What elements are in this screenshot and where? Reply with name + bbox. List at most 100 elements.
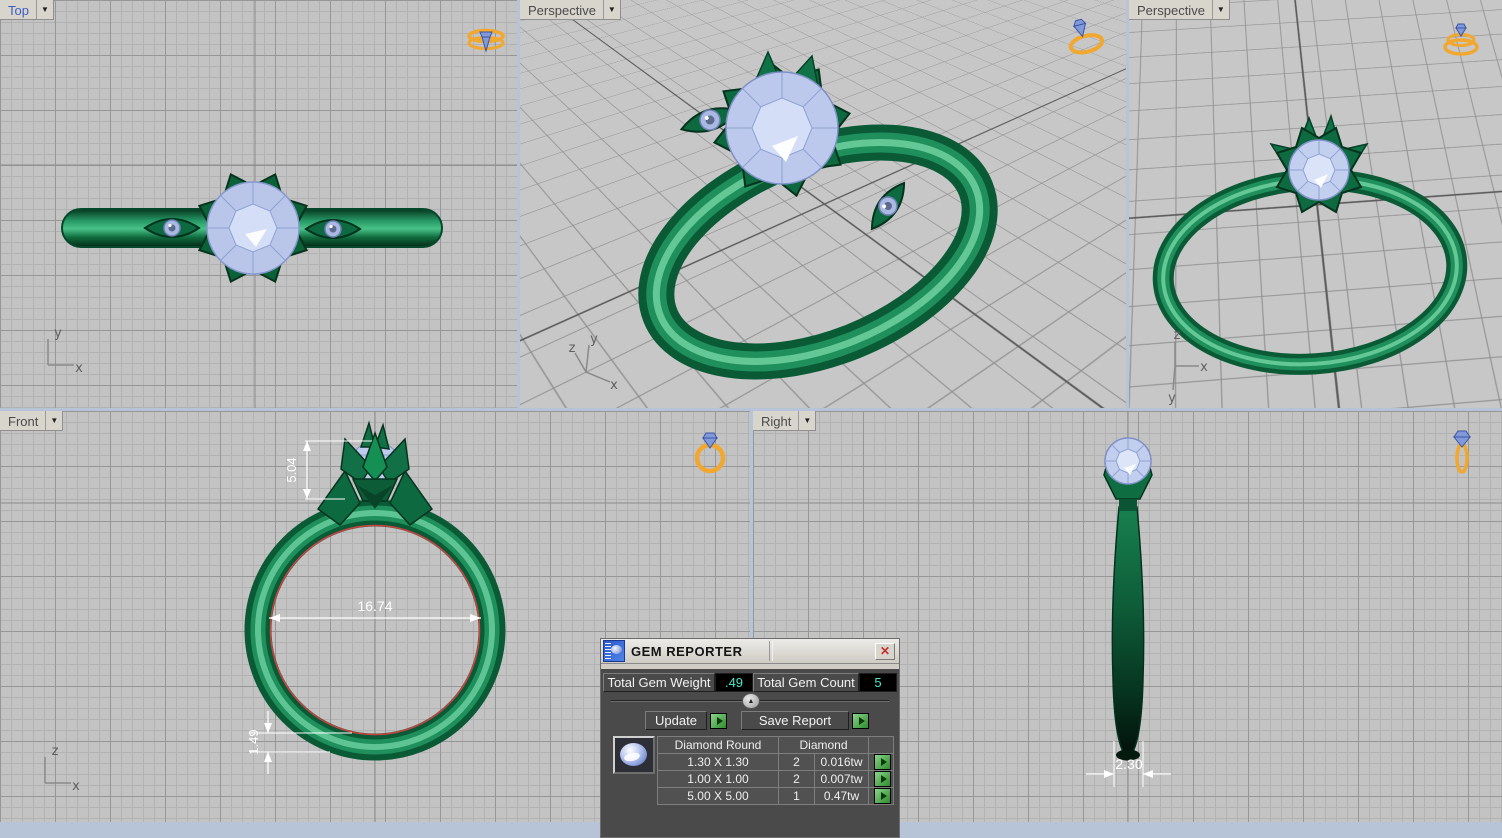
svg-text:y: y [590,332,598,347]
cad-workspace: y x Top ▼ y z x Perspective ▼ z x y Pers… [0,0,1502,838]
svg-text:z: z [1174,328,1181,343]
gem-size-cell[interactable]: 1.30 X 1.30 [657,753,779,771]
gem-size-cell[interactable]: 1.00 X 1.00 [657,770,779,788]
gem-table: Diamond Round Diamond 1.30 X 1.30 2 0.01… [657,736,894,805]
viewport-menu-button[interactable]: ▼ [45,411,62,430]
total-gem-count-label: Total Gem Count [753,673,859,692]
viewport-tab-front[interactable]: Front ▼ [0,411,64,431]
type-header-cell: Diamond [778,736,869,754]
dimension-inner-diameter: 16.74 [269,598,481,622]
gem-thumbnail[interactable] [613,736,655,774]
save-report-button[interactable]: Save Report [741,711,849,730]
gem-weight-cell[interactable]: 0.007tw [814,770,869,788]
perspective-render: y z x [569,50,998,393]
gem-weight-cell[interactable]: 0.016tw [814,753,869,771]
ring-orientation-icon [1452,430,1472,474]
chevron-down-icon: ▼ [50,415,59,425]
chevron-down-icon: ▼ [607,4,616,14]
run-arrow-icon [716,716,723,725]
viewport-tab-perspective[interactable]: Perspective ▼ [520,0,621,20]
gem-table-section: Diamond Round Diamond 1.30 X 1.30 2 0.01… [613,736,897,805]
save-report-run-button[interactable] [852,712,869,729]
viewport-menu-button[interactable]: ▼ [602,0,620,19]
gem-table-header: Diamond Round Diamond [657,736,894,754]
gem-weight-cell[interactable]: 0.47tw [814,787,869,805]
viewport-top[interactable]: y x Top ▼ [0,0,517,408]
center-stone-head [1269,113,1369,214]
svg-text:1.49: 1.49 [246,729,261,754]
total-gem-weight-label: Total Gem Weight [603,673,715,692]
viewport-perspective-2[interactable]: z x y Perspective ▼ [1129,0,1502,408]
svg-text:z: z [569,341,576,356]
gem-reporter-dialog: GEM REPORTER ✕ Total Gem Weight .49 Tota… [600,638,900,838]
viewport-menu-button[interactable]: ▼ [35,0,53,19]
shape-header-cell: Diamond Round [657,736,779,754]
viewport-menu-button[interactable]: ▼ [798,411,815,430]
viewport-perspective[interactable]: y z x Perspective ▼ [520,0,1126,408]
row-run-button[interactable] [874,788,891,804]
row-run-button[interactable] [874,754,891,770]
svg-text:16.74: 16.74 [357,598,392,614]
collapse-button[interactable]: ▲ [742,693,760,709]
svg-text:x: x [75,361,83,376]
chevron-down-icon: ▼ [1216,4,1225,14]
gem-image [620,743,647,766]
svg-text:5.04: 5.04 [284,457,299,482]
viewport-tab-top[interactable]: Top ▼ [0,0,54,20]
viewport-title: Right [761,413,792,429]
collapse-row: ▲ [611,693,889,709]
ring-orientation-icon [1443,23,1479,56]
head-side [1103,437,1153,511]
run-arrow-icon [880,775,887,783]
table-row: 5.00 X 5.00 1 0.47tw [657,787,894,805]
gem-count-cell[interactable]: 2 [778,770,815,788]
axis-indicator: z x [44,744,80,794]
viewport-tab-right[interactable]: Right ▼ [753,411,817,431]
run-arrow-icon [880,758,887,766]
run-arrow-icon [880,792,887,800]
ring-orientation-icon [694,432,726,474]
side-leaf-right [870,181,906,231]
axis-indicator: y z x [569,332,619,393]
viewport-menu-button[interactable]: ▼ [1211,0,1229,19]
row-run-button[interactable] [874,771,891,787]
center-stone-top [197,172,309,284]
update-run-button[interactable] [710,712,727,729]
svg-text:x: x [1200,360,1208,375]
viewport-title: Top [8,2,29,18]
svg-text:x: x [610,378,618,393]
svg-text:y: y [1168,391,1176,406]
gem-reporter-body: Total Gem Weight .49 Total Gem Count 5 ▲… [601,664,899,805]
gem-count-cell[interactable]: 1 [778,787,815,805]
viewport-title: Perspective [1137,2,1205,18]
run-arrow-icon [858,716,865,725]
total-gem-weight-value: .49 [715,673,753,692]
svg-text:y: y [54,326,62,341]
gem-reporter-icon [603,640,625,662]
chevron-down-icon: ▼ [40,4,49,14]
svg-text:x: x [72,779,80,794]
viewport-tab-perspective-2[interactable]: Perspective ▼ [1129,0,1230,20]
dialog-title: GEM REPORTER [631,643,743,659]
close-icon: ✕ [879,644,891,658]
table-row: 1.30 X 1.30 2 0.016tw [657,753,894,771]
viewport-title: Perspective [528,2,596,18]
gem-reporter-titlebar[interactable]: GEM REPORTER ✕ [601,639,899,664]
table-row: 1.00 X 1.00 2 0.007tw [657,770,894,788]
top-view-render: y x [0,0,517,408]
titlebar-divider [769,641,773,661]
ring-orientation-icon [467,28,505,53]
chevron-down-icon: ▼ [803,415,812,425]
close-button[interactable]: ✕ [875,643,895,660]
gem-size-cell[interactable]: 5.00 X 5.00 [657,787,779,805]
viewport-title: Front [8,413,39,429]
gem-count-cell[interactable]: 2 [778,753,815,771]
collapse-arrow-icon: ▲ [747,697,755,705]
svg-text:2.30: 2.30 [1115,756,1142,772]
update-button[interactable]: Update [645,711,707,730]
total-gem-count-value: 5 [859,673,897,692]
svg-text:z: z [52,744,59,759]
ring-orientation-icon [1068,18,1105,55]
totals-row: Total Gem Weight .49 Total Gem Count 5 [603,673,897,692]
axis-indicator: y x [47,326,83,376]
